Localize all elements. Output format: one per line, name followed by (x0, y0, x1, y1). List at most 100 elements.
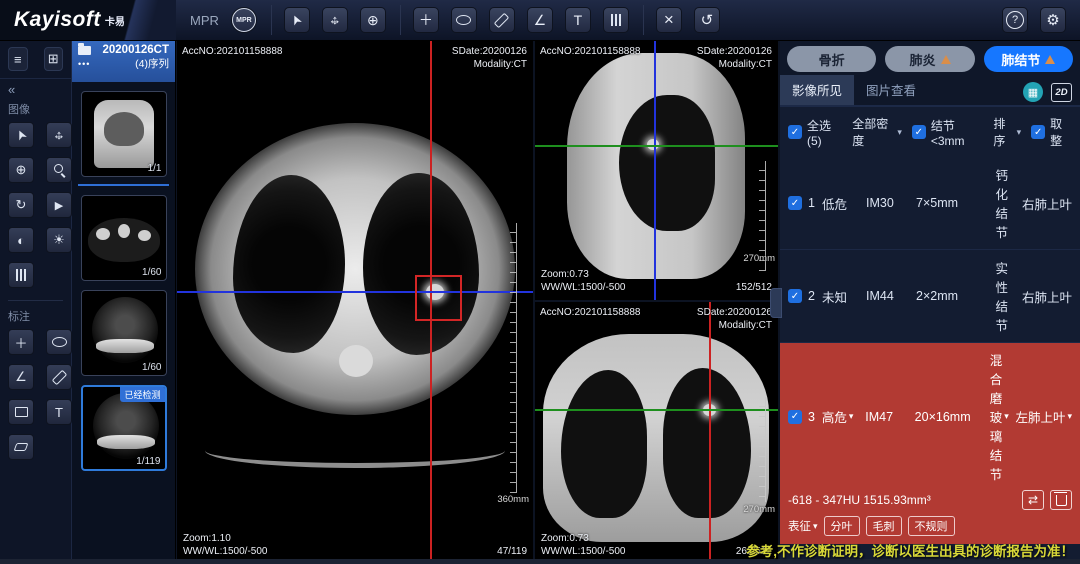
pan-tool-button[interactable]: ↔↕ (46, 122, 72, 148)
feature-tag-lobulation[interactable]: 分叶 (824, 516, 860, 536)
series-header[interactable]: 20200126CT ••• (4)序列 (72, 40, 175, 82)
crosshair-annotation-button[interactable]: ＋ (8, 329, 34, 355)
row-checkbox[interactable]: ✓ (788, 196, 802, 210)
zoom-in-tool-button[interactable]: ⊕ (8, 157, 34, 183)
window-settings: WW/WL:1500/-500 (541, 545, 625, 558)
angle-tool-button[interactable]: ∠ (527, 7, 553, 33)
text-tool-button[interactable]: T (565, 7, 591, 33)
select-all-checkbox[interactable]: ✓ (788, 125, 802, 139)
nodule-row-2[interactable]: ✓ 2 未知 IM44 2×2mm 实性结节 右肺上叶 (780, 250, 1080, 343)
crosshair-horizontal-blue[interactable] (177, 291, 533, 293)
crosshair-tool-button[interactable]: ＋ (413, 7, 439, 33)
size-filter-label[interactable]: 结节<3mm (931, 117, 984, 148)
sagittal-ct-image (567, 53, 745, 279)
chevron-down-icon: ▾ (1017, 127, 1022, 138)
sagittal-viewport[interactable]: 270mm AccNO:202101158888 SDate:20200126 … (535, 41, 778, 300)
ruler-icon (494, 12, 510, 28)
image-index: IM30 (866, 196, 916, 210)
coronal-viewport[interactable]: 270mm AccNO:202101158888 SDate:20200126 … (535, 302, 778, 564)
warning-icon (1045, 55, 1055, 64)
close-icon: × (664, 10, 674, 30)
type-dropdown[interactable]: 混合磨玻璃结节▾ (990, 350, 1009, 483)
crosshair-vertical-blue[interactable] (654, 41, 656, 300)
crosshair-vertical-red[interactable] (709, 302, 711, 564)
invert-contrast-button[interactable]: ◐ (8, 227, 34, 253)
eraser-icon (14, 443, 29, 451)
axial-viewport[interactable]: 360mm AccNO:202101158888 SDate:20200126 … (177, 41, 533, 564)
thumbnail-axial-series[interactable]: 1/60 (81, 195, 167, 281)
section-divider (8, 300, 63, 301)
size-filter-checkbox[interactable]: ✓ (912, 125, 926, 139)
text-annotation-button[interactable]: T (46, 399, 72, 425)
help-button[interactable]: ? (1002, 7, 1028, 33)
pan-tool-button[interactable]: ↔↕ (322, 7, 348, 33)
window-settings: WW/WL:1500/-500 (541, 281, 625, 294)
pointer-tool-button[interactable]: ➤ (284, 7, 310, 33)
study-info: SDate:20200126 Modality:CT (697, 306, 772, 332)
annotation-section-label: 标注 (0, 307, 71, 327)
relocate-button[interactable]: ⇄ (1022, 490, 1044, 510)
subtab-image-view[interactable]: 图片查看 (854, 75, 928, 105)
round-checkbox[interactable]: ✓ (1031, 125, 1045, 139)
feature-tag-spiculation[interactable]: 毛刺 (866, 516, 902, 536)
chevron-down-icon: ▾ (897, 127, 902, 138)
window-levels-button[interactable] (8, 262, 34, 288)
nodule-number: 2 (808, 289, 822, 303)
ellipse-annotation-button[interactable] (46, 329, 72, 355)
magnifier-icon (52, 163, 66, 177)
density-dropdown[interactable]: 全部密度▾ (852, 115, 902, 149)
delete-nodule-button[interactable] (1050, 490, 1072, 510)
reset-button[interactable]: ↺ (694, 7, 720, 33)
nodule-detection-box[interactable] (415, 275, 462, 321)
magnifier-tool-button[interactable] (46, 157, 72, 183)
subtab-findings[interactable]: 影像所见 (780, 75, 854, 105)
zoom-tool-button[interactable]: ⊕ (360, 7, 386, 33)
cine-play-button[interactable]: ▶ (46, 192, 72, 218)
round-label[interactable]: 取整 (1050, 115, 1072, 149)
ruler-annotation-button[interactable] (46, 364, 72, 390)
collapse-sidebar-button[interactable]: « (0, 79, 71, 100)
panel-collapse-handle[interactable] (770, 288, 782, 318)
study-info: SDate:20200126 Modality:CT (452, 45, 527, 71)
film-view-button[interactable]: ▦ (1023, 82, 1043, 102)
levels-tool-button[interactable] (603, 7, 629, 33)
crosshair-horizontal-green[interactable] (535, 145, 778, 147)
sort-dropdown[interactable]: 排序▾ (993, 115, 1021, 149)
location-dropdown[interactable]: 左肺上叶▾ (1009, 407, 1072, 426)
more-icon[interactable]: ••• (78, 59, 90, 69)
pointer-tool-button[interactable]: ➤ (8, 122, 34, 148)
tab-pneumonia[interactable]: 肺炎 (885, 46, 974, 72)
ruler-tool-button[interactable] (489, 7, 515, 33)
eraser-button[interactable] (8, 434, 34, 460)
thumbnail-ct-series[interactable]: 1/60 (81, 290, 167, 376)
risk-dropdown[interactable]: 高危▾ (822, 407, 865, 426)
thumbnail-ct-series-selected[interactable]: 已经检测 1/119 (81, 385, 167, 471)
zoom-wwwl-info: Zoom:1.10 WW/WL:1500/-500 (183, 532, 267, 558)
spine (339, 345, 373, 377)
right-lung (663, 368, 751, 518)
nodule-location: 右肺上叶 (1008, 194, 1072, 213)
nodule-row-1[interactable]: ✓ 1 低危 IM30 7×5mm 钙化结节 右肺上叶 (780, 157, 1080, 250)
select-all-label[interactable]: 全选(5) (807, 117, 842, 148)
layout-button[interactable]: ⊞ (44, 47, 64, 71)
rotate-tool-button[interactable]: ↻ (8, 192, 34, 218)
tab-fracture[interactable]: 骨折 (787, 46, 876, 72)
features-dropdown[interactable]: 表征▾ (788, 518, 818, 534)
tab-lung-nodule[interactable]: 肺结节 (984, 46, 1073, 72)
row-checkbox[interactable]: ✓ (788, 289, 802, 303)
delete-annotation-button[interactable]: × (656, 7, 682, 33)
nodule-row-3-selected[interactable]: ✓ 3 高危▾ IM47 20×16mm 混合磨玻璃结节▾ 左肺上叶▾ -618… (780, 343, 1080, 544)
angle-annotation-button[interactable]: ∠ (8, 364, 34, 390)
brightness-button[interactable]: ☀ (46, 227, 72, 253)
crosshair-horizontal-green[interactable] (535, 409, 778, 411)
mpr-mode-button[interactable]: MPR (231, 7, 257, 33)
ellipse-tool-button[interactable] (451, 7, 477, 33)
row-checkbox[interactable]: ✓ (788, 410, 802, 424)
2d-view-button[interactable]: 2D (1051, 83, 1072, 102)
feature-tag-irregular[interactable]: 不规则 (908, 516, 955, 536)
rectangle-annotation-button[interactable] (8, 399, 34, 425)
thumbnail-scout-xray[interactable]: 1/1 (81, 91, 167, 177)
settings-button[interactable]: ⚙ (1040, 7, 1066, 33)
zoom-wwwl-info: Zoom:0.73 WW/WL:1500/-500 (541, 532, 625, 558)
series-list-button[interactable]: ≡ (8, 47, 28, 71)
